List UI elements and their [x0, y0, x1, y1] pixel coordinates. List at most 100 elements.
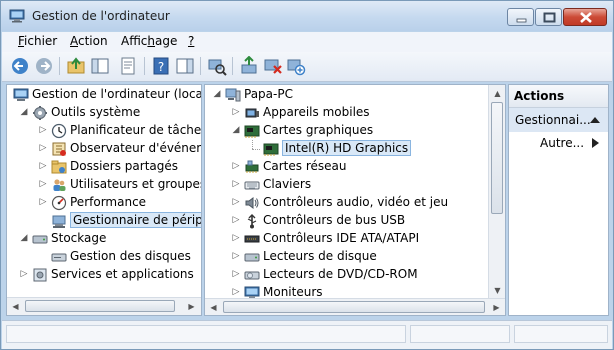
expand-arrow-icon[interactable]: ▷: [19, 269, 29, 279]
expand-arrow-icon[interactable]: ▷: [231, 161, 241, 171]
scroll-right-icon[interactable]: ▶: [183, 298, 200, 315]
expand-arrow-icon[interactable]: ▷: [231, 215, 241, 225]
show-hide-tree-icon[interactable]: [90, 56, 110, 76]
expand-arrow-icon[interactable]: ▷: [38, 143, 48, 153]
console-tree-item[interactable]: Gestion des disques: [7, 248, 201, 266]
collapse-arrow-icon[interactable]: ◢: [231, 125, 241, 135]
device-tree-item[interactable]: ▷ Contrôleurs IDE ATA/ATAPI: [205, 230, 487, 248]
device-tree-item-label: Moniteurs: [263, 285, 323, 299]
console-tree-item[interactable]: ▷ Utilisateurs et groupes l: [7, 176, 201, 194]
properties-icon[interactable]: [118, 56, 138, 76]
device-tree-vertical-scrollbar[interactable]: ▲ ▼: [488, 85, 505, 299]
console-tree-item[interactable]: Gestion de l'ordinateur (local): [7, 86, 201, 104]
device-tree-horizontal-scrollbar[interactable]: ◀ ▶: [205, 298, 505, 315]
device-tree-item[interactable]: ▷ Claviers: [205, 176, 487, 194]
toolbar-separator: [144, 57, 145, 75]
scroll-thumb[interactable]: [223, 301, 485, 313]
title-bar[interactable]: Gestion de l'ordinateur: [1, 1, 613, 31]
status-bar: [2, 320, 612, 349]
scan-hardware-icon[interactable]: [207, 56, 227, 76]
menu-bar: Fichier Action Affichage ?: [2, 32, 612, 52]
clock-icon: [51, 123, 67, 139]
device-tree-item[interactable]: ▷ Contrôleurs de bus USB: [205, 212, 487, 230]
console-tree-item[interactable]: ◢ Outils système: [7, 104, 201, 122]
maximize-button[interactable]: [535, 8, 562, 26]
actions-section-label: Gestionnai...: [515, 113, 591, 127]
device-tree-item[interactable]: ▷ Lecteurs de disque: [205, 248, 487, 266]
forward-icon[interactable]: [34, 56, 54, 76]
scroll-thumb[interactable]: [491, 102, 503, 214]
collapse-arrow-icon[interactable]: ◢: [212, 89, 222, 99]
expand-arrow-icon[interactable]: ▷: [231, 197, 241, 207]
device-tree-item-label: Appareils mobiles: [263, 105, 370, 119]
actions-section-device-manager[interactable]: Gestionnai...: [509, 108, 608, 132]
users-icon: [51, 177, 67, 193]
console-tree-item-label: Planificateur de tâches: [70, 123, 202, 137]
device-tree-item[interactable]: ▷ Contrôleurs audio, vidéo et jeu: [205, 194, 487, 212]
device-tree-item[interactable]: ▷ Appareils mobiles: [205, 104, 487, 122]
menu-help[interactable]: ?: [188, 34, 194, 48]
console-tree-item[interactable]: ▷ Planificateur de tâches: [7, 122, 201, 140]
device-tree-item[interactable]: ▷ Cartes réseau: [205, 158, 487, 176]
console-tree-item-label: Performance: [70, 195, 147, 209]
console-tree-item[interactable]: ▷ Dossiers partagés: [7, 158, 201, 176]
computer-management-icon: [13, 87, 29, 103]
expand-arrow-icon[interactable]: ▷: [38, 179, 48, 189]
menu-fichier[interactable]: Fichier: [18, 34, 57, 48]
collapse-arrow-icon[interactable]: ◢: [19, 107, 29, 117]
device-tree-item[interactable]: ◢ Papa-PC: [205, 86, 487, 104]
toolbar: ?: [2, 52, 612, 82]
expand-arrow-icon[interactable]: ▷: [231, 251, 241, 261]
device-tree-item[interactable]: ◢ Cartes graphiques: [205, 122, 487, 140]
close-button[interactable]: [563, 8, 607, 26]
toolbar-separator: [59, 57, 60, 75]
console-tree-item[interactable]: ▷ Performance: [7, 194, 201, 212]
scroll-down-icon[interactable]: ▼: [489, 282, 505, 299]
scroll-left-icon[interactable]: ◀: [7, 298, 24, 315]
minimize-button[interactable]: [507, 8, 534, 26]
console-tree-item[interactable]: ▷ Services et applications: [7, 266, 201, 284]
expand-arrow-icon[interactable]: ▷: [38, 197, 48, 207]
network-adapter-icon: [244, 159, 260, 175]
device-tree-item[interactable]: ▷ Lecteurs de DVD/CD-ROM: [205, 266, 487, 284]
console-tree-horizontal-scrollbar[interactable]: ◀ ▶: [7, 297, 201, 315]
services-icon: [32, 267, 48, 283]
console-tree-item[interactable]: Gestionnaire de périphé: [7, 212, 201, 230]
menu-action[interactable]: Action: [70, 34, 108, 48]
expand-arrow-icon[interactable]: ▷: [231, 287, 241, 297]
help-icon[interactable]: ?: [151, 56, 171, 76]
disable-device-icon[interactable]: [263, 56, 283, 76]
console-tree-item[interactable]: ◢ Stockage: [7, 230, 201, 248]
menu-affichage[interactable]: Affichage: [121, 34, 177, 48]
keyboard-icon: [244, 177, 260, 193]
console-tree-item-label: Outils système: [51, 105, 141, 119]
expand-arrow-icon[interactable]: ▷: [231, 179, 241, 189]
actions-pane: Actions Gestionnai... Autre...: [508, 84, 609, 316]
back-icon[interactable]: [10, 56, 30, 76]
display-adapter-icon: [244, 123, 260, 139]
svg-text:?: ?: [158, 60, 164, 74]
up-folder-icon[interactable]: [66, 56, 86, 76]
scroll-right-icon[interactable]: ▶: [488, 299, 505, 315]
expand-arrow-icon[interactable]: ▷: [38, 161, 48, 171]
scroll-up-icon[interactable]: ▲: [489, 85, 505, 102]
tree-connector-line: [252, 149, 260, 150]
expand-arrow-icon[interactable]: ▷: [231, 233, 241, 243]
actions-more-item[interactable]: Autre...: [509, 132, 608, 154]
console-tree-item[interactable]: ▷ Observateur d'événeme: [7, 140, 201, 158]
status-cell-main: [6, 325, 406, 343]
collapse-up-icon[interactable]: [590, 116, 600, 124]
expand-arrow-icon[interactable]: ▷: [231, 269, 241, 279]
uninstall-device-icon[interactable]: [286, 56, 306, 76]
device-tree-item[interactable]: Intel(R) HD Graphics: [205, 140, 487, 158]
collapse-arrow-icon[interactable]: ◢: [19, 233, 29, 243]
expand-arrow-icon[interactable]: ▷: [38, 125, 48, 135]
expand-arrow-icon[interactable]: ▷: [231, 107, 241, 117]
device-tree-item-label: Lecteurs de DVD/CD-ROM: [263, 267, 418, 281]
device-tree-item-label: Intel(R) HD Graphics: [282, 140, 412, 156]
scroll-thumb[interactable]: [25, 300, 175, 312]
ide-controller-icon: [244, 231, 260, 247]
scroll-left-icon[interactable]: ◀: [205, 299, 222, 315]
update-driver-icon[interactable]: [239, 56, 259, 76]
show-hide-action-pane-icon[interactable]: [175, 56, 195, 76]
